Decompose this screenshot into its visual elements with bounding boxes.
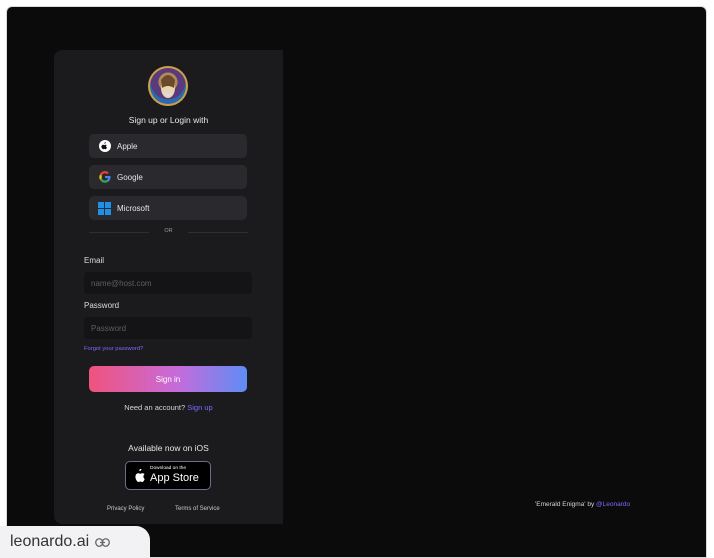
login-heading: Sign up or Login with xyxy=(128,115,209,125)
email-label: Email xyxy=(84,256,105,265)
app-store-button[interactable]: Download on the App Store xyxy=(125,461,211,490)
privacy-policy-link[interactable]: Privacy Policy xyxy=(107,506,144,512)
need-account-text: Need an account? xyxy=(124,403,186,412)
google-login-button[interactable]: Google xyxy=(89,165,247,189)
author-link[interactable]: @Leonardo xyxy=(596,501,630,508)
link-icon xyxy=(95,535,111,550)
microsoft-login-label: Microsoft xyxy=(117,203,150,213)
image-credit-title: 'Emerald Enigma' by xyxy=(535,501,595,508)
google-icon xyxy=(98,171,111,184)
apple-login-label: Apple xyxy=(117,141,138,151)
page-url: leonardo.ai xyxy=(10,533,90,550)
login-panel: Sign up or Login with Apple Google Micro… xyxy=(54,50,283,524)
image-credit: 'Emerald Enigma' by @Leonardo xyxy=(535,501,630,508)
or-divider-text: OR xyxy=(164,228,173,234)
sign-up-link[interactable]: Sign up xyxy=(187,403,212,412)
need-account-row: Need an account? Sign up xyxy=(54,403,283,412)
terms-of-service-link[interactable]: Terms of Service xyxy=(175,506,220,512)
forgot-password-link[interactable]: Forgot your password? xyxy=(84,346,143,352)
url-tab: leonardo.ai xyxy=(0,526,150,558)
password-label: Password xyxy=(84,301,120,310)
app-window: Sign up or Login with Apple Google Micro… xyxy=(6,6,707,558)
microsoft-login-button[interactable]: Microsoft xyxy=(89,196,247,220)
email-field[interactable]: name@host.com xyxy=(84,272,252,294)
apple-login-button[interactable]: Apple xyxy=(89,134,247,158)
ios-availability-text: Available now on iOS xyxy=(128,443,209,453)
divider-right xyxy=(188,232,248,233)
microsoft-icon xyxy=(98,201,111,215)
apple-icon xyxy=(135,468,145,482)
sign-in-button[interactable]: Sign in xyxy=(89,366,247,392)
password-field[interactable]: Password xyxy=(84,317,252,339)
app-store-big-text: App Store xyxy=(150,471,199,484)
google-login-label: Google xyxy=(117,172,143,182)
apple-icon xyxy=(98,140,111,153)
avatar-logo xyxy=(148,66,188,106)
